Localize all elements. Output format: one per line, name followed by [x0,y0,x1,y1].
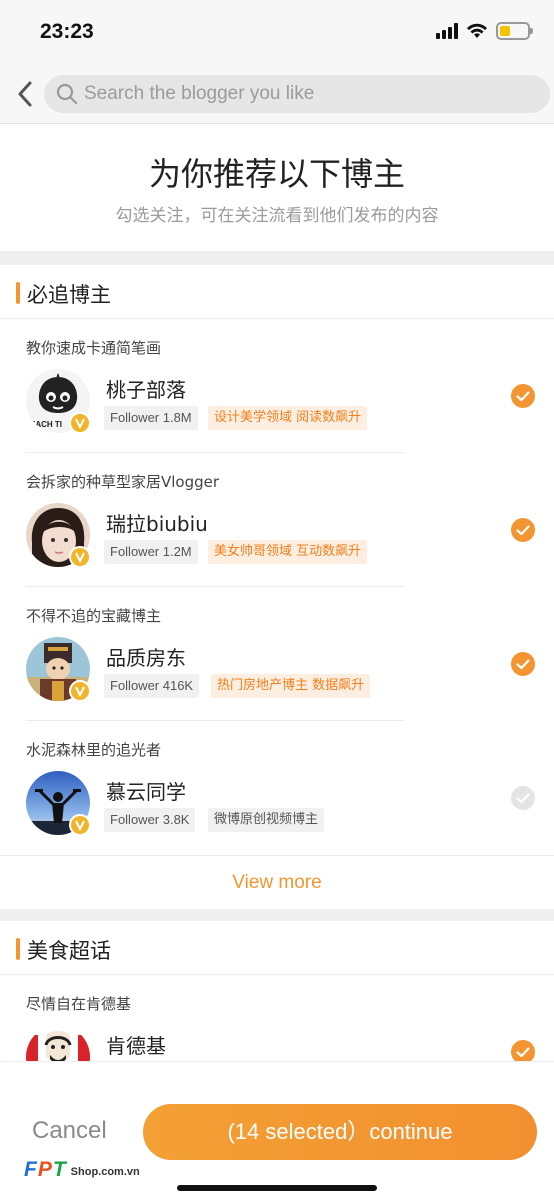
search-input[interactable] [84,75,524,113]
section-accent-bar [16,938,20,960]
blogger-item[interactable]: 教你速成卡通简笔画 EACH TI 桃子部落 Follower 1.8M 设计美… [0,319,554,453]
verified-badge-icon [69,680,91,702]
verified-badge-icon [69,814,91,836]
blogger-name: 肯德基 [106,1034,166,1058]
blogger-description: 尽情自在肯德基 [26,995,132,1013]
cellular-signal-icon [436,23,458,39]
blogger-description: 教你速成卡通简笔画 [26,339,162,357]
domain-tag: 热门房地产博主 数据飙升 [211,674,371,698]
section-gap [0,251,554,265]
wifi-icon [467,23,487,38]
blogger-item[interactable]: 不得不追的宝藏博主 品质房东 Follower 416K 热门房地产博主 数据飙… [0,587,554,721]
blogger-name: 品质房东 [106,646,186,670]
section-title: 美食超话 [27,939,111,963]
blogger-description: 会拆家的种草型家居Vlogger [26,473,220,491]
avatar[interactable] [26,1025,90,1061]
home-indicator[interactable] [177,1185,377,1191]
search-box[interactable] [44,75,550,113]
select-checkbox[interactable] [511,652,535,676]
blogger-description: 水泥森林里的追光者 [26,741,162,759]
blogger-name: 慕云同学 [106,780,186,804]
status-time: 23:23 [40,20,94,43]
select-checkbox[interactable] [511,786,535,810]
select-checkbox[interactable] [511,384,535,408]
blogger-item[interactable]: 会拆家的种草型家居Vlogger 瑞拉biubiu Follower 1.2M … [0,453,554,587]
page-title: 为你推荐以下博主 [148,155,405,193]
bottom-action-bar: Cancel (14 selected）continue FPT Shop.co… [0,1061,554,1200]
section-title: 必追博主 [27,283,111,307]
search-icon [56,83,78,105]
domain-tag: 设计美学领域 阅读数飙升 [208,406,368,430]
blogger-item[interactable]: 尽情自在肯德基 肯德基 [0,975,554,1061]
status-icons [436,22,533,40]
verified-badge-icon [69,546,91,568]
cancel-button[interactable]: Cancel [32,1117,107,1145]
watermark-shop: Shop.com.vn [70,1166,140,1178]
section-header-food: 美食超话 [0,921,554,975]
domain-tag: 美女帅哥领域 互动数飙升 [208,540,368,564]
status-bar: 23:23 [0,0,554,64]
view-more-button[interactable]: View more [0,855,554,909]
blogger-item[interactable]: 水泥森林里的追光者 慕云同学 Follower 3.8K 微博原创视频博主 [0,721,554,855]
page-subtitle: 勾选关注，可在关注流看到他们发布的内容 [115,206,439,226]
select-checkbox[interactable] [511,518,535,542]
watermark-brand: FPT [24,1158,67,1181]
recommend-header: 为你推荐以下博主 勾选关注，可在关注流看到他们发布的内容 [0,125,554,251]
blogger-name: 瑞拉biubiu [106,512,208,536]
fpt-shop-watermark: FPT Shop.com.vn [24,1152,140,1182]
verified-badge-icon [69,412,91,434]
follower-count: Follower 1.8M [104,406,198,430]
nav-bar [0,64,554,124]
section-accent-bar [16,282,20,304]
blogger-name: 桃子部落 [106,378,186,402]
select-checkbox[interactable] [511,1040,535,1061]
avatar-logo-text: EACH TI [30,420,62,429]
domain-tag: 微博原创视频博主 [208,808,325,832]
follower-count: Follower 3.8K [104,808,196,832]
follower-count: Follower 416K [104,674,200,698]
back-chevron-icon[interactable] [14,78,38,110]
continue-button[interactable]: (14 selected）continue [143,1104,537,1160]
follower-count: Follower 1.2M [104,540,198,564]
battery-icon [496,22,533,40]
blogger-description: 不得不追的宝藏博主 [26,607,162,625]
section-header-must-follow: 必追博主 [0,265,554,319]
